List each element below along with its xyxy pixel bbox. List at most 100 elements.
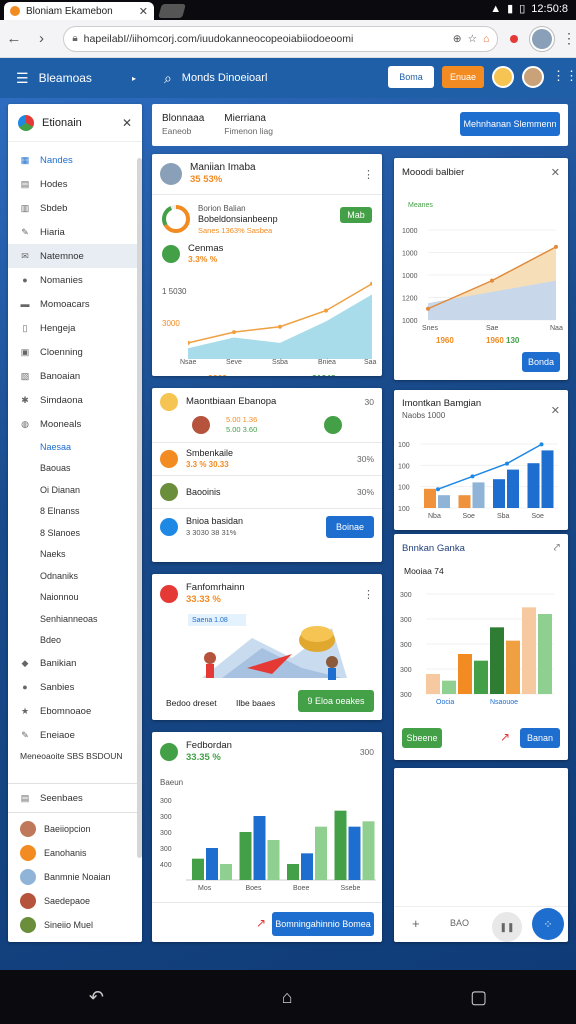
scrollbar[interactable] [137,158,142,858]
sidebar-subitem[interactable]: 8 Slanoes [8,522,142,544]
accent-header-button[interactable]: Enuae [442,66,484,88]
card-action-button[interactable]: Bonda [522,352,560,372]
sidebar-item[interactable]: ◆ Banikian [8,651,142,675]
sidebar-item[interactable]: ▧ Banoaian [8,364,142,388]
line-area-chart: 1000 1200 1000 1000 1000 Snes Sae Naa [402,228,563,332]
card-action-button[interactable]: Boinae [326,516,374,538]
chart-footer-value: 1960 [436,336,454,345]
person-illustration [192,416,210,434]
list-item-meta: 3.3 % 30.33 [186,460,229,469]
home-nav-icon[interactable]: ⌂ [282,987,293,1008]
y-axis-label: 1 5030 [162,287,187,296]
sidebar-item[interactable]: ✎ Eneiaoe [8,723,142,747]
y-tick-label: 300 [160,798,172,805]
data-point [539,442,544,447]
settings-icon: ✱ [21,394,29,405]
card-green-button[interactable]: 9 Eloa oeakes [298,690,374,712]
list-item[interactable]: Baooinis 30% [152,476,382,508]
sidebar-subitem[interactable]: Naeks [8,544,142,566]
share-icon[interactable]: ⤤ [554,542,560,555]
notification-dot-icon[interactable] [510,34,519,43]
bar [301,853,313,880]
sidebar-section[interactable]: ▤ Seenbaes [8,786,142,810]
data-point [436,487,440,492]
sidebar-user[interactable]: Baeiiopcion [8,817,142,841]
more-icon[interactable]: ⋮ [363,168,374,181]
list-item[interactable]: Smbenkaile 3.3 % 30.33 30% [152,443,382,475]
new-tab-button[interactable] [158,4,186,18]
sidebar-user[interactable]: Banmnie Noaian [8,865,142,889]
bar-chart: 100 100 100 100 Nba Soe Sba Soe [398,442,558,520]
more-menu-icon[interactable]: ⋮ [562,30,576,47]
sidebar-item[interactable]: ▦ Nandes [8,148,142,172]
recents-nav-icon[interactable]: ▢ [470,987,487,1008]
mail-icon: ✉ [21,250,29,261]
sidebar-subitem[interactable]: Naionnou [8,587,142,609]
avatar[interactable] [492,66,514,88]
sidebar-subitem[interactable]: Oi Dianan [8,479,142,501]
sidebar-subitem[interactable]: 8 Elnanss [8,501,142,523]
card-action-button[interactable]: Banan [520,728,560,748]
browser-tab[interactable]: Bloniam Ekamebon ✕ [4,2,154,20]
bar [507,469,519,508]
url-input[interactable]: 🔒︎ hapeilabI//iihomcorj.com/iuudokanneoc… [63,25,499,52]
grid-icon[interactable]: ⋮⋮ [552,68,576,84]
close-icon[interactable]: ✕ [551,166,560,179]
avatar[interactable] [522,66,544,88]
bar [362,821,375,880]
sidebar-item-label: Sanbies [40,681,75,693]
person-illustration [324,416,342,434]
sidebar-user[interactable]: Eanohanis [8,841,142,865]
sidebar-subitem[interactable]: Bdeo [8,630,142,652]
sidebar-item[interactable]: ✱ Simdaona [8,388,142,412]
sidebar-item[interactable]: ● Sanbies [8,675,142,699]
row-meta: 5.00 1.36 [226,415,258,424]
y-tick-label: 1000 [402,318,418,325]
list-item[interactable]: Bnioa basidan 3 3030 38 31% Boinae [152,509,382,545]
sidebar-subitem[interactable]: Baouas [8,458,142,480]
sidebar-subitem[interactable]: Naesaa [8,436,142,458]
primary-header-button[interactable]: Boma [388,66,434,88]
sidebar-item[interactable]: ▥ Sbdeb [8,196,142,220]
sidebar-item[interactable]: ◍ Mooneals [8,412,142,436]
zoom-level[interactable]: BAO [450,918,469,928]
x-tick-label: Mos [198,885,212,892]
sidebar-item[interactable]: ▯ Hengeja [8,316,142,340]
back-icon[interactable]: ← [0,30,28,47]
zoom-icon[interactable]: ⊕ [453,33,462,45]
card-green-button[interactable]: Sbeene [402,728,442,748]
close-icon[interactable]: ✕ [122,116,132,130]
pause-icon[interactable]: ❚❚ [492,912,522,942]
sidebar-subitem[interactable]: Senhianneoas [8,608,142,630]
star-icon[interactable]: ☆ [468,33,477,45]
sidebar-item[interactable]: ★ Ebomnoaoe [8,699,142,723]
zoom-in-icon[interactable]: + [412,916,420,931]
sidebar-subitem[interactable]: Odnaniks [8,565,142,587]
bar [287,864,299,880]
close-tab-icon[interactable]: ✕ [139,5,148,18]
sidebar-item[interactable]: ▤ Hodes [8,172,142,196]
close-icon[interactable]: ✕ [551,404,560,417]
profile-avatar[interactable] [530,26,555,51]
sidebar-item[interactable]: ✉ Natemnoe [8,244,142,268]
fab-grid-icon[interactable]: ⁘ [532,908,564,940]
avatar [160,393,178,411]
sidebar-item[interactable]: ✎ Hiaria [8,220,142,244]
sidebar-item[interactable]: ▣ Cloenning [8,340,142,364]
menu-icon[interactable]: ☰ [16,70,29,87]
sidebar-item[interactable]: ● Nomanies [8,268,142,292]
home-icon[interactable]: ⌂ [483,33,489,45]
strip-action-button[interactable]: Mehnhanan Slemmenn [460,112,560,136]
sidebar-item[interactable]: ▬ Momoacars [8,292,142,316]
sidebar-user[interactable]: Sineiio Muel [8,913,142,937]
bar [426,674,440,694]
search-icon[interactable]: ⌕ [164,70,172,87]
card-green-button[interactable]: Mab [340,207,372,223]
sidebar-user[interactable]: Saedepaoe [8,889,142,913]
more-icon[interactable]: ⋮ [363,588,374,601]
back-nav-icon[interactable]: ↶ [89,987,104,1008]
card-action-button[interactable]: Bomningahinnio Bomea [272,912,374,936]
forward-icon[interactable]: › [28,30,56,47]
chevron-down-icon[interactable]: ▸ [132,74,136,83]
search-text[interactable]: Monds Dinoeioarl [182,72,268,84]
